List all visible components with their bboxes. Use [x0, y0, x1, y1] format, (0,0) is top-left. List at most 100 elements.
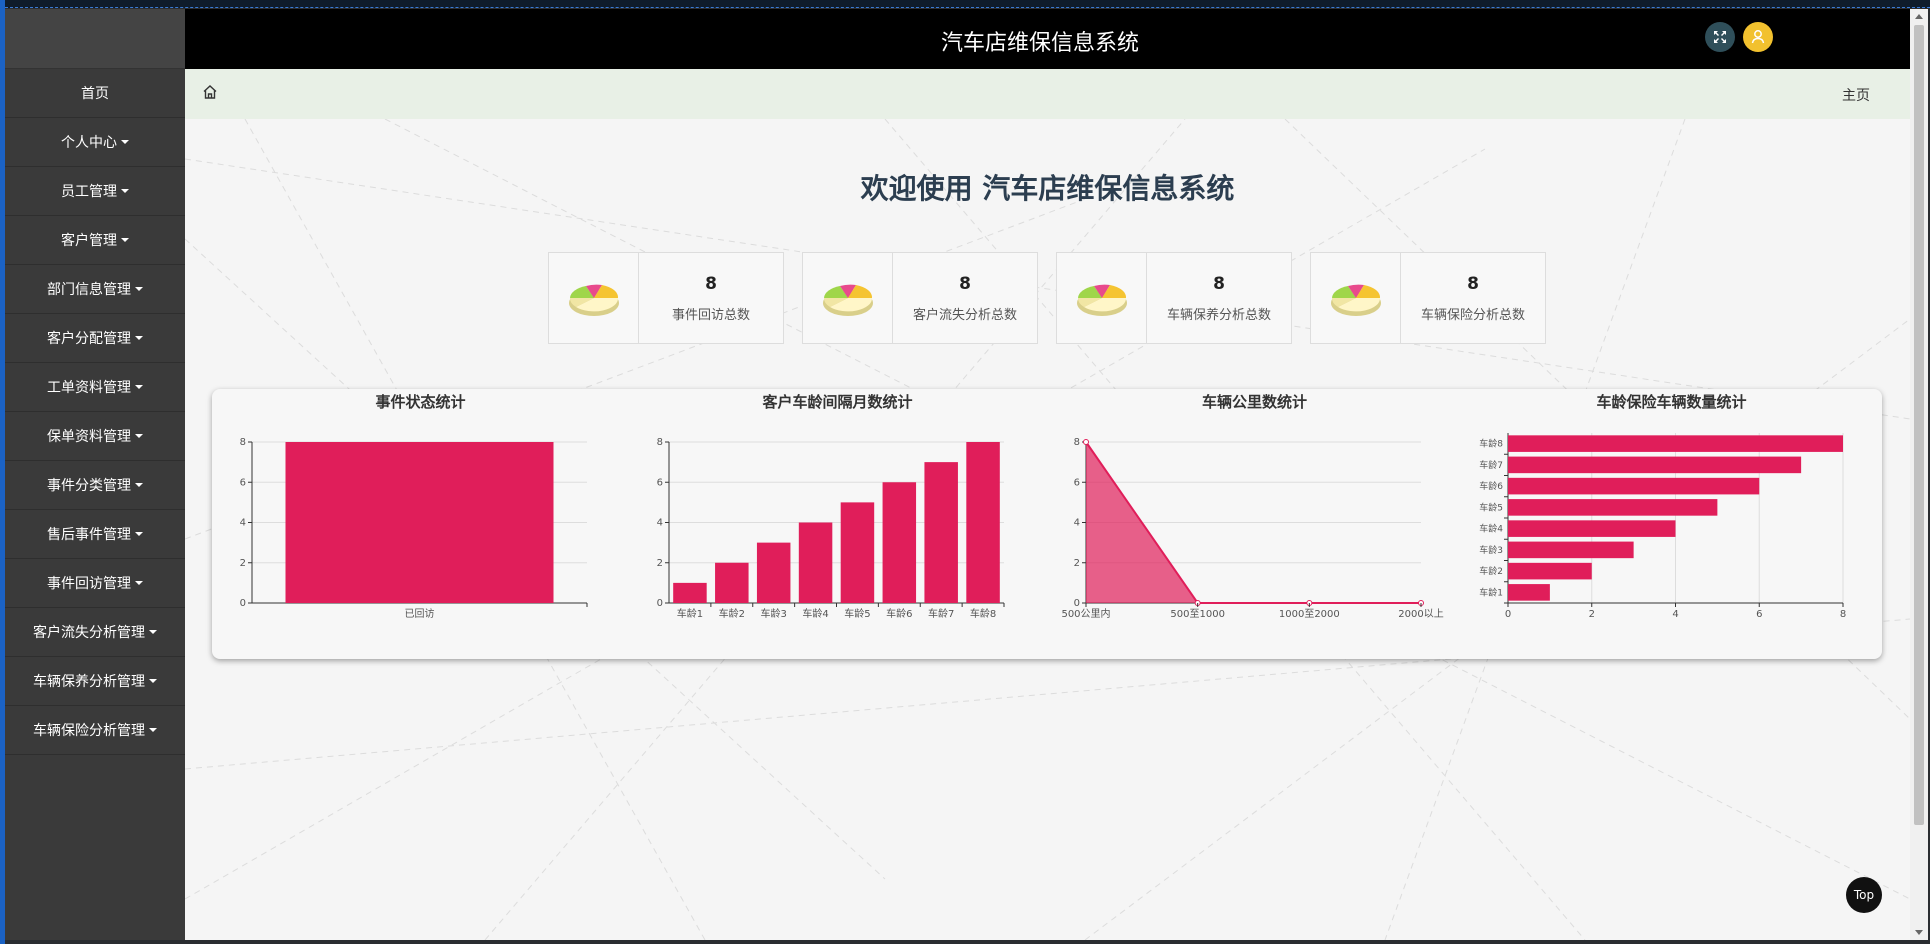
- bar: [1508, 477, 1760, 495]
- user-button[interactable]: [1743, 22, 1773, 52]
- x-tick-label: 车龄4: [802, 607, 828, 620]
- bar: [673, 582, 707, 603]
- pie-chart-icon: [822, 284, 873, 316]
- chart-event-status-svg: 0 2 4 6 8 已回访: [240, 437, 588, 620]
- breadcrumb: 主页: [185, 69, 1910, 119]
- sidebar-item-4[interactable]: 部门信息管理: [5, 265, 185, 314]
- chart-event-status: 事件状态统计 0 2 4 6 8 已回访: [212, 389, 629, 659]
- x-tick-label: 8: [1840, 609, 1846, 620]
- sidebar-item-label: 事件分类管理: [47, 478, 131, 494]
- sidebar-item-label: 车辆保养分析管理: [33, 674, 145, 690]
- y-tick-label: 车龄3: [1479, 544, 1503, 556]
- x-tick-label: 500公里内: [1061, 607, 1110, 620]
- y-tick-label: 车龄6: [1479, 480, 1503, 492]
- x-tick-label: 6: [1756, 609, 1762, 620]
- chart-title: 车龄保险车辆数量统计: [1596, 393, 1747, 411]
- chart-customer-car-age: 客户车龄间隔月数统计 0 2 4 6 8 车龄1 车龄2 车龄3 车龄4 车龄5 车龄6 车龄7 车龄8: [629, 389, 1046, 659]
- sidebar-item-10[interactable]: 事件回访管理: [5, 559, 185, 608]
- sidebar-item-7[interactable]: 保单资料管理: [5, 412, 185, 461]
- caret-down-icon: [135, 287, 143, 291]
- stat-icon-box: [549, 253, 639, 343]
- y-tick-label: 车龄1: [1479, 586, 1503, 598]
- sidebar-item-label: 工单资料管理: [47, 380, 131, 396]
- y-tick-label: 8: [1074, 437, 1080, 448]
- y-tick-label: 0: [1074, 598, 1080, 609]
- bar: [882, 482, 917, 603]
- caret-down-icon: [135, 336, 143, 340]
- sidebar-item-label: 首页: [81, 86, 109, 102]
- bar: [1508, 435, 1843, 452]
- stat-value: 8: [959, 273, 971, 294]
- scroll-up-arrow[interactable]: [1915, 14, 1923, 19]
- y-tick-label: 8: [240, 437, 246, 448]
- chart-title: 客户车龄间隔月数统计: [762, 393, 913, 411]
- sidebar-item-8[interactable]: 事件分类管理: [5, 461, 185, 510]
- top-header: 汽车店维保信息系统: [185, 9, 1910, 69]
- y-tick-label: 6: [240, 477, 246, 488]
- scroll-down-arrow[interactable]: [1915, 930, 1923, 935]
- caret-down-icon: [149, 679, 157, 683]
- caret-down-icon: [121, 140, 129, 144]
- stat-card: 8 事件回访总数: [548, 252, 784, 344]
- chart-title: 事件状态统计: [375, 393, 466, 411]
- caret-down-icon: [135, 483, 143, 487]
- y-tick-label: 6: [657, 477, 663, 488]
- bar: [1508, 499, 1718, 516]
- x-tick-label: 已回访: [405, 608, 435, 620]
- home-link[interactable]: [202, 84, 218, 104]
- stat-text: 8 车辆保养分析总数: [1147, 253, 1291, 343]
- y-tick-label: 0: [240, 598, 246, 609]
- y-tick-label: 4: [657, 518, 663, 529]
- sidebar-item-0[interactable]: 首页: [5, 69, 185, 118]
- sidebar-item-9[interactable]: 售后事件管理: [5, 510, 185, 559]
- y-tick-label: 4: [240, 518, 246, 529]
- bar: [924, 462, 958, 603]
- sidebar-logo: [5, 9, 185, 69]
- stat-label: 客户流失分析总数: [912, 307, 1017, 323]
- sidebar-item-6[interactable]: 工单资料管理: [5, 363, 185, 412]
- x-tick-label: 4: [1672, 609, 1678, 620]
- sidebar-item-12[interactable]: 车辆保养分析管理: [5, 657, 185, 706]
- sidebar-item-11[interactable]: 客户流失分析管理: [5, 608, 185, 657]
- scrollbar-thumb[interactable]: [1914, 25, 1924, 825]
- y-tick-label: 车龄5: [1479, 501, 1503, 513]
- x-tick-label: 1000至2000: [1279, 608, 1340, 620]
- bar: [1508, 562, 1592, 580]
- sidebar-item-3[interactable]: 客户管理: [5, 216, 185, 265]
- x-tick-label: 车龄2: [719, 607, 745, 620]
- sidebar-item-5[interactable]: 客户分配管理: [5, 314, 185, 363]
- stat-text: 8 客户流失分析总数: [893, 253, 1037, 343]
- caret-down-icon: [135, 581, 143, 585]
- breadcrumb-current[interactable]: 主页: [1842, 85, 1870, 105]
- page-scrollbar[interactable]: [1910, 9, 1928, 940]
- data-point: [1083, 439, 1089, 445]
- sidebar-item-label: 客户分配管理: [47, 331, 131, 347]
- sidebar-item-label: 事件回访管理: [47, 576, 131, 592]
- y-tick-label: 车龄4: [1479, 523, 1503, 535]
- sidebar-item-13[interactable]: 车辆保险分析管理: [5, 706, 185, 755]
- fullscreen-button[interactable]: [1705, 22, 1735, 52]
- expand-icon: [1714, 31, 1726, 43]
- stat-value: 8: [1213, 273, 1225, 294]
- sidebar-item-1[interactable]: 个人中心: [5, 118, 185, 167]
- x-tick-label: 车龄8: [970, 607, 996, 620]
- main-content: 欢迎使用 汽车店维保信息系统 8 事件回访总数 8 客户流失分析总数 8 车辆保养分析总数…: [185, 119, 1910, 940]
- caret-down-icon: [135, 532, 143, 536]
- app-title: 汽车店维保信息系统: [940, 31, 1139, 56]
- chart-title: 车辆公里数统计: [1201, 393, 1307, 411]
- sidebar-item-label: 保单资料管理: [47, 429, 131, 445]
- sidebar-item-2[interactable]: 员工管理: [5, 167, 185, 216]
- y-tick-label: 车龄2: [1479, 565, 1503, 577]
- x-tick-label: 车龄3: [761, 607, 787, 620]
- sidebar-item-label: 部门信息管理: [47, 282, 131, 298]
- bar: [756, 542, 791, 603]
- back-to-top-button[interactable]: Top: [1846, 877, 1882, 913]
- sidebar-item-label: 客户流失分析管理: [33, 625, 145, 641]
- pie-chart-icon: [568, 284, 619, 316]
- bar: [1508, 520, 1676, 537]
- stat-text: 8 事件回访总数: [639, 253, 783, 343]
- chart-customer-car-age-svg: 0 2 4 6 8 车龄1 车龄2 车龄3 车龄4 车龄5 车龄6 车龄7 车龄8: [657, 437, 1005, 620]
- bar: [715, 562, 749, 603]
- sidebar-item-label: 售后事件管理: [47, 527, 131, 543]
- caret-down-icon: [135, 385, 143, 389]
